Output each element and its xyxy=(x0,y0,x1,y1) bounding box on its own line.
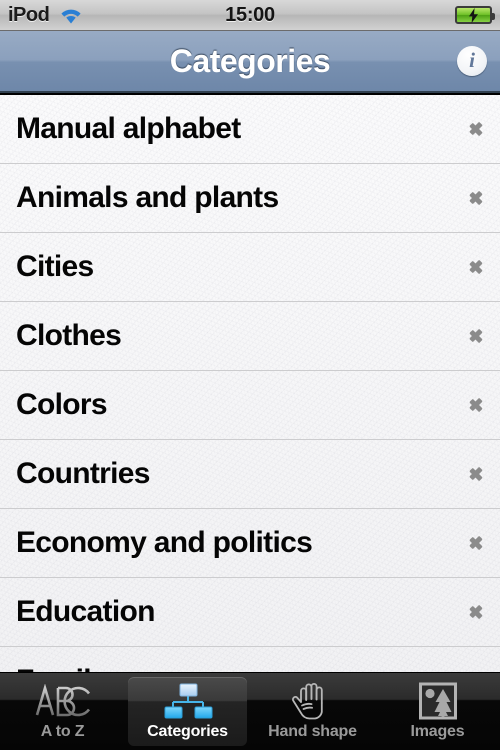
list-item-label: Cities xyxy=(16,250,94,283)
list-item[interactable]: Colors xyxy=(0,371,500,440)
list-item[interactable]: Animals and plants xyxy=(0,164,500,233)
list-item[interactable]: Family xyxy=(0,647,500,672)
info-button[interactable]: i xyxy=(457,46,487,76)
status-bar-left: iPod xyxy=(8,4,84,27)
chevron-right-icon xyxy=(468,599,484,625)
list-item-label: Colors xyxy=(16,388,108,421)
list-item[interactable]: Clothes xyxy=(0,302,500,371)
info-icon: i xyxy=(469,48,475,72)
hierarchy-icon xyxy=(160,682,216,720)
list-item-label: Family xyxy=(16,664,108,672)
categories-list[interactable]: Manual alphabet Animals and plants Citie… xyxy=(0,95,500,672)
chevron-right-icon xyxy=(468,185,484,211)
image-icon xyxy=(418,682,458,720)
list-item[interactable]: Education xyxy=(0,578,500,647)
chevron-right-icon xyxy=(468,323,484,349)
tab-a-to-z[interactable]: A to Z xyxy=(3,677,122,746)
tab-label: Hand shape xyxy=(268,723,357,740)
wifi-icon xyxy=(58,6,84,25)
chevron-right-icon xyxy=(468,254,484,280)
tab-bar: A to Z Categories Hand shape Images xyxy=(0,672,500,750)
abc-icon xyxy=(34,682,92,720)
list-item[interactable]: Cities xyxy=(0,233,500,302)
tab-hand-shape[interactable]: Hand shape xyxy=(253,677,372,746)
iphone-screen: iPod 15:00 Categories i Manual alphabet … xyxy=(0,0,500,750)
status-bar: iPod 15:00 xyxy=(0,0,500,31)
list-item-label: Countries xyxy=(16,457,150,490)
chevron-right-icon xyxy=(468,530,484,556)
status-bar-right xyxy=(455,6,495,24)
list-item-label: Manual alphabet xyxy=(16,112,241,145)
list-item[interactable]: Manual alphabet xyxy=(0,95,500,164)
tab-images[interactable]: Images xyxy=(378,677,497,746)
battery-charging-icon xyxy=(455,6,495,24)
navigation-bar: Categories i xyxy=(0,31,500,93)
list-item[interactable]: Economy and politics xyxy=(0,509,500,578)
chevron-right-icon xyxy=(468,392,484,418)
hand-icon xyxy=(288,682,338,720)
carrier-label: iPod xyxy=(8,3,50,26)
list-item[interactable]: Countries xyxy=(0,440,500,509)
page-title: Categories xyxy=(169,42,331,79)
list-item-label: Economy and politics xyxy=(16,526,313,559)
tab-categories[interactable]: Categories xyxy=(128,677,247,746)
list-item-label: Education xyxy=(16,595,155,628)
tab-label: Categories xyxy=(147,723,228,740)
chevron-right-icon xyxy=(468,116,484,142)
chevron-right-icon xyxy=(468,461,484,487)
tab-label: A to Z xyxy=(40,723,85,740)
list-item-label: Animals and plants xyxy=(16,181,279,214)
list-item-label: Clothes xyxy=(16,319,122,352)
tab-label: Images xyxy=(410,723,465,740)
